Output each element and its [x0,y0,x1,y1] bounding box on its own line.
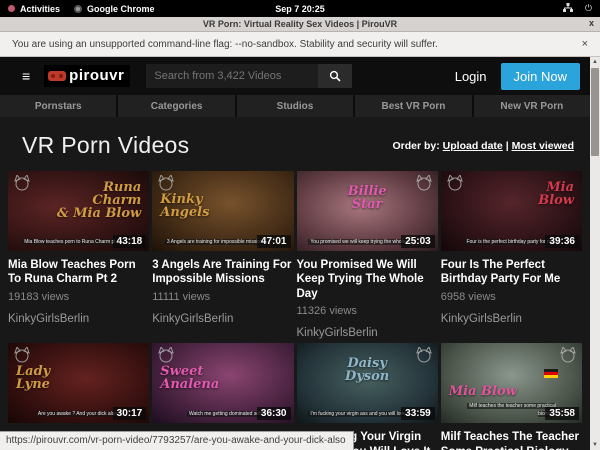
login-link[interactable]: Login [455,69,487,84]
browser-viewport: ≡ pirouvr Login Join Now Pornstars Categ… [0,57,600,450]
search-icon [329,70,341,82]
site-logo[interactable]: pirouvr [44,65,130,87]
main-nav: Pornstars Categories Studios Best VR Por… [0,95,590,117]
studio-cat-logo-icon [157,347,175,363]
thumbnail-overlay-name: Billie Star [348,185,387,211]
window-title-bar: VR Porn: Virtual Reality Sex Videos | Pi… [0,17,600,32]
warning-close-button[interactable]: × [582,38,588,50]
studio-link[interactable]: KinkyGirlsBerlin [297,327,438,339]
studio-cat-logo-icon [415,347,433,363]
view-count: 6958 views [441,291,582,303]
video-card[interactable]: Kinky Angels 3 Angels are training for i… [152,171,293,339]
studio-cat-logo-icon [559,347,577,363]
video-thumbnail[interactable]: Kinky Angels 3 Angels are training for i… [152,171,293,251]
video-thumbnail[interactable]: Billie Star You promised we will keep tr… [297,171,438,251]
studio-cat-logo-icon [13,175,31,191]
video-card[interactable]: Mia Blow Milf teaches the teacher some p… [441,343,582,450]
video-grid: Runa Charm & Mia Blow Mia Blow teaches p… [8,171,582,450]
german-flag-icon [544,369,558,378]
thumbnail-overlay-name: Runa Charm & Mia Blow [57,181,141,220]
nav-item-best-vr-porn[interactable]: Best VR Porn [355,95,471,117]
search-bar [146,64,352,88]
order-by: Order by: Upload date | Most viewed [392,140,574,152]
studio-cat-logo-icon [415,175,433,191]
studio-link[interactable]: KinkyGirlsBerlin [8,313,149,325]
order-by-label: Order by: [392,140,439,152]
thumbnail-overlay-name: Mia Blow [538,181,574,207]
thumbnail-overlay-caption: You promised we will keep trying the who… [308,239,411,247]
studio-link[interactable]: KinkyGirlsBerlin [441,313,582,325]
studio-cat-logo-icon [13,347,31,363]
video-title[interactable]: Mia Blow Teaches Porn To Runa Charm Pt 2 [8,258,149,287]
os-top-bar: Activities Google Chrome Sep 7 20:25 ⏻ [0,0,600,17]
studio-cat-logo-icon [157,175,175,191]
video-title[interactable]: Four Is The Perfect Birthday Party For M… [441,258,582,287]
thumbnail-overlay-name: Lady Lyne [16,365,50,391]
duration-badge: 43:18 [113,235,147,248]
video-thumbnail[interactable]: Mia Blow Four is the perfect birthday pa… [441,171,582,251]
site-header: ≡ pirouvr Login Join Now [0,57,590,95]
thumbnail-overlay-name: Daisy Dyson [345,357,389,383]
scroll-down-icon[interactable]: ▼ [592,440,598,450]
nav-item-studios[interactable]: Studios [237,95,353,117]
thumbnail-overlay-caption: Mia Blow teaches porn to Runa Charm pt. … [22,239,123,247]
video-thumbnail[interactable]: Lady Lyne Are you awake ? And your dick … [8,343,149,423]
thumbnail-overlay-name: Sweet Analena [160,365,219,391]
thumbnail-overlay-caption: 3 Angels are training for impossible mis… [165,239,268,247]
video-card[interactable]: Billie Star You promised we will keep tr… [297,171,438,339]
order-separator: | [506,140,509,152]
clock[interactable]: Sep 7 20:25 [0,4,600,14]
video-card[interactable]: Mia Blow Four is the perfect birthday pa… [441,171,582,339]
thumbnail-overlay-caption: I'm fucking your virgin ass and you will… [308,411,411,419]
duration-badge: 39:36 [545,235,579,248]
thumbnail-overlay-name: Kinky Angels [160,193,209,219]
video-title[interactable]: You Promised We Will Keep Trying The Who… [297,258,438,301]
nav-item-new-vr-porn[interactable]: New VR Porn [474,95,590,117]
window-close-button[interactable]: x [589,18,594,28]
screen: Activities Google Chrome Sep 7 20:25 ⏻ V… [0,0,600,450]
sandbox-warning-bar: You are using an unsupported command-lin… [0,32,600,57]
studio-link[interactable]: KinkyGirlsBerlin [152,313,293,325]
duration-badge: 47:01 [257,235,291,248]
hamburger-menu-icon[interactable]: ≡ [22,69,30,83]
logo-text: pirouvr [69,67,124,84]
scrollbar-thumb[interactable] [591,68,599,156]
scrollbar[interactable]: ▲ ▼ [590,57,600,450]
thumbnail-overlay-caption: Are you awake ? And your dick also ? [36,411,123,419]
status-url-tooltip: https://pirouvr.com/vr-porn-video/779325… [0,431,354,450]
order-most-viewed-link[interactable]: Most viewed [512,140,574,152]
studio-cat-logo-icon [446,175,464,191]
join-now-button[interactable]: Join Now [501,63,580,90]
duration-badge: 33:59 [401,407,435,420]
thumbnail-overlay-caption: Watch me getting dominated softly [187,411,268,419]
video-card[interactable]: Runa Charm & Mia Blow Mia Blow teaches p… [8,171,149,339]
warning-message: You are using an unsupported command-lin… [12,39,438,50]
nav-item-categories[interactable]: Categories [118,95,234,117]
thumbnail-overlay-caption: Four is the perfect birthday party for m… [464,239,556,247]
window-title: VR Porn: Virtual Reality Sex Videos | Pi… [203,19,397,29]
video-thumbnail[interactable]: Runa Charm & Mia Blow Mia Blow teaches p… [8,171,149,251]
page-title: VR Porn Videos [22,132,189,159]
view-count: 11111 views [152,291,293,303]
search-input[interactable] [146,64,318,88]
view-count: 11326 views [297,305,438,317]
thumbnail-overlay-caption: Milf teaches the teacher some practical … [450,403,556,418]
video-thumbnail[interactable]: Mia Blow Milf teaches the teacher some p… [441,343,582,423]
duration-badge: 30:17 [113,407,147,420]
video-thumbnail[interactable]: Sweet Analena Watch me getting dominated… [152,343,293,423]
duration-badge: 25:03 [401,235,435,248]
view-count: 19183 views [8,291,149,303]
order-upload-date-link[interactable]: Upload date [443,140,503,152]
video-title[interactable]: Milf Teaches The Teacher Some Practical … [441,430,582,450]
duration-badge: 36:30 [257,407,291,420]
search-button[interactable] [318,64,352,88]
duration-badge: 35:58 [545,407,579,420]
video-thumbnail[interactable]: Daisy Dyson I'm fucking your virgin ass … [297,343,438,423]
thumbnail-overlay-name: Mia Blow [449,385,517,398]
scroll-up-icon[interactable]: ▲ [592,57,598,67]
vr-goggles-icon [48,71,66,81]
video-title[interactable]: 3 Angels Are Training For Impossible Mis… [152,258,293,287]
nav-item-pornstars[interactable]: Pornstars [0,95,116,117]
